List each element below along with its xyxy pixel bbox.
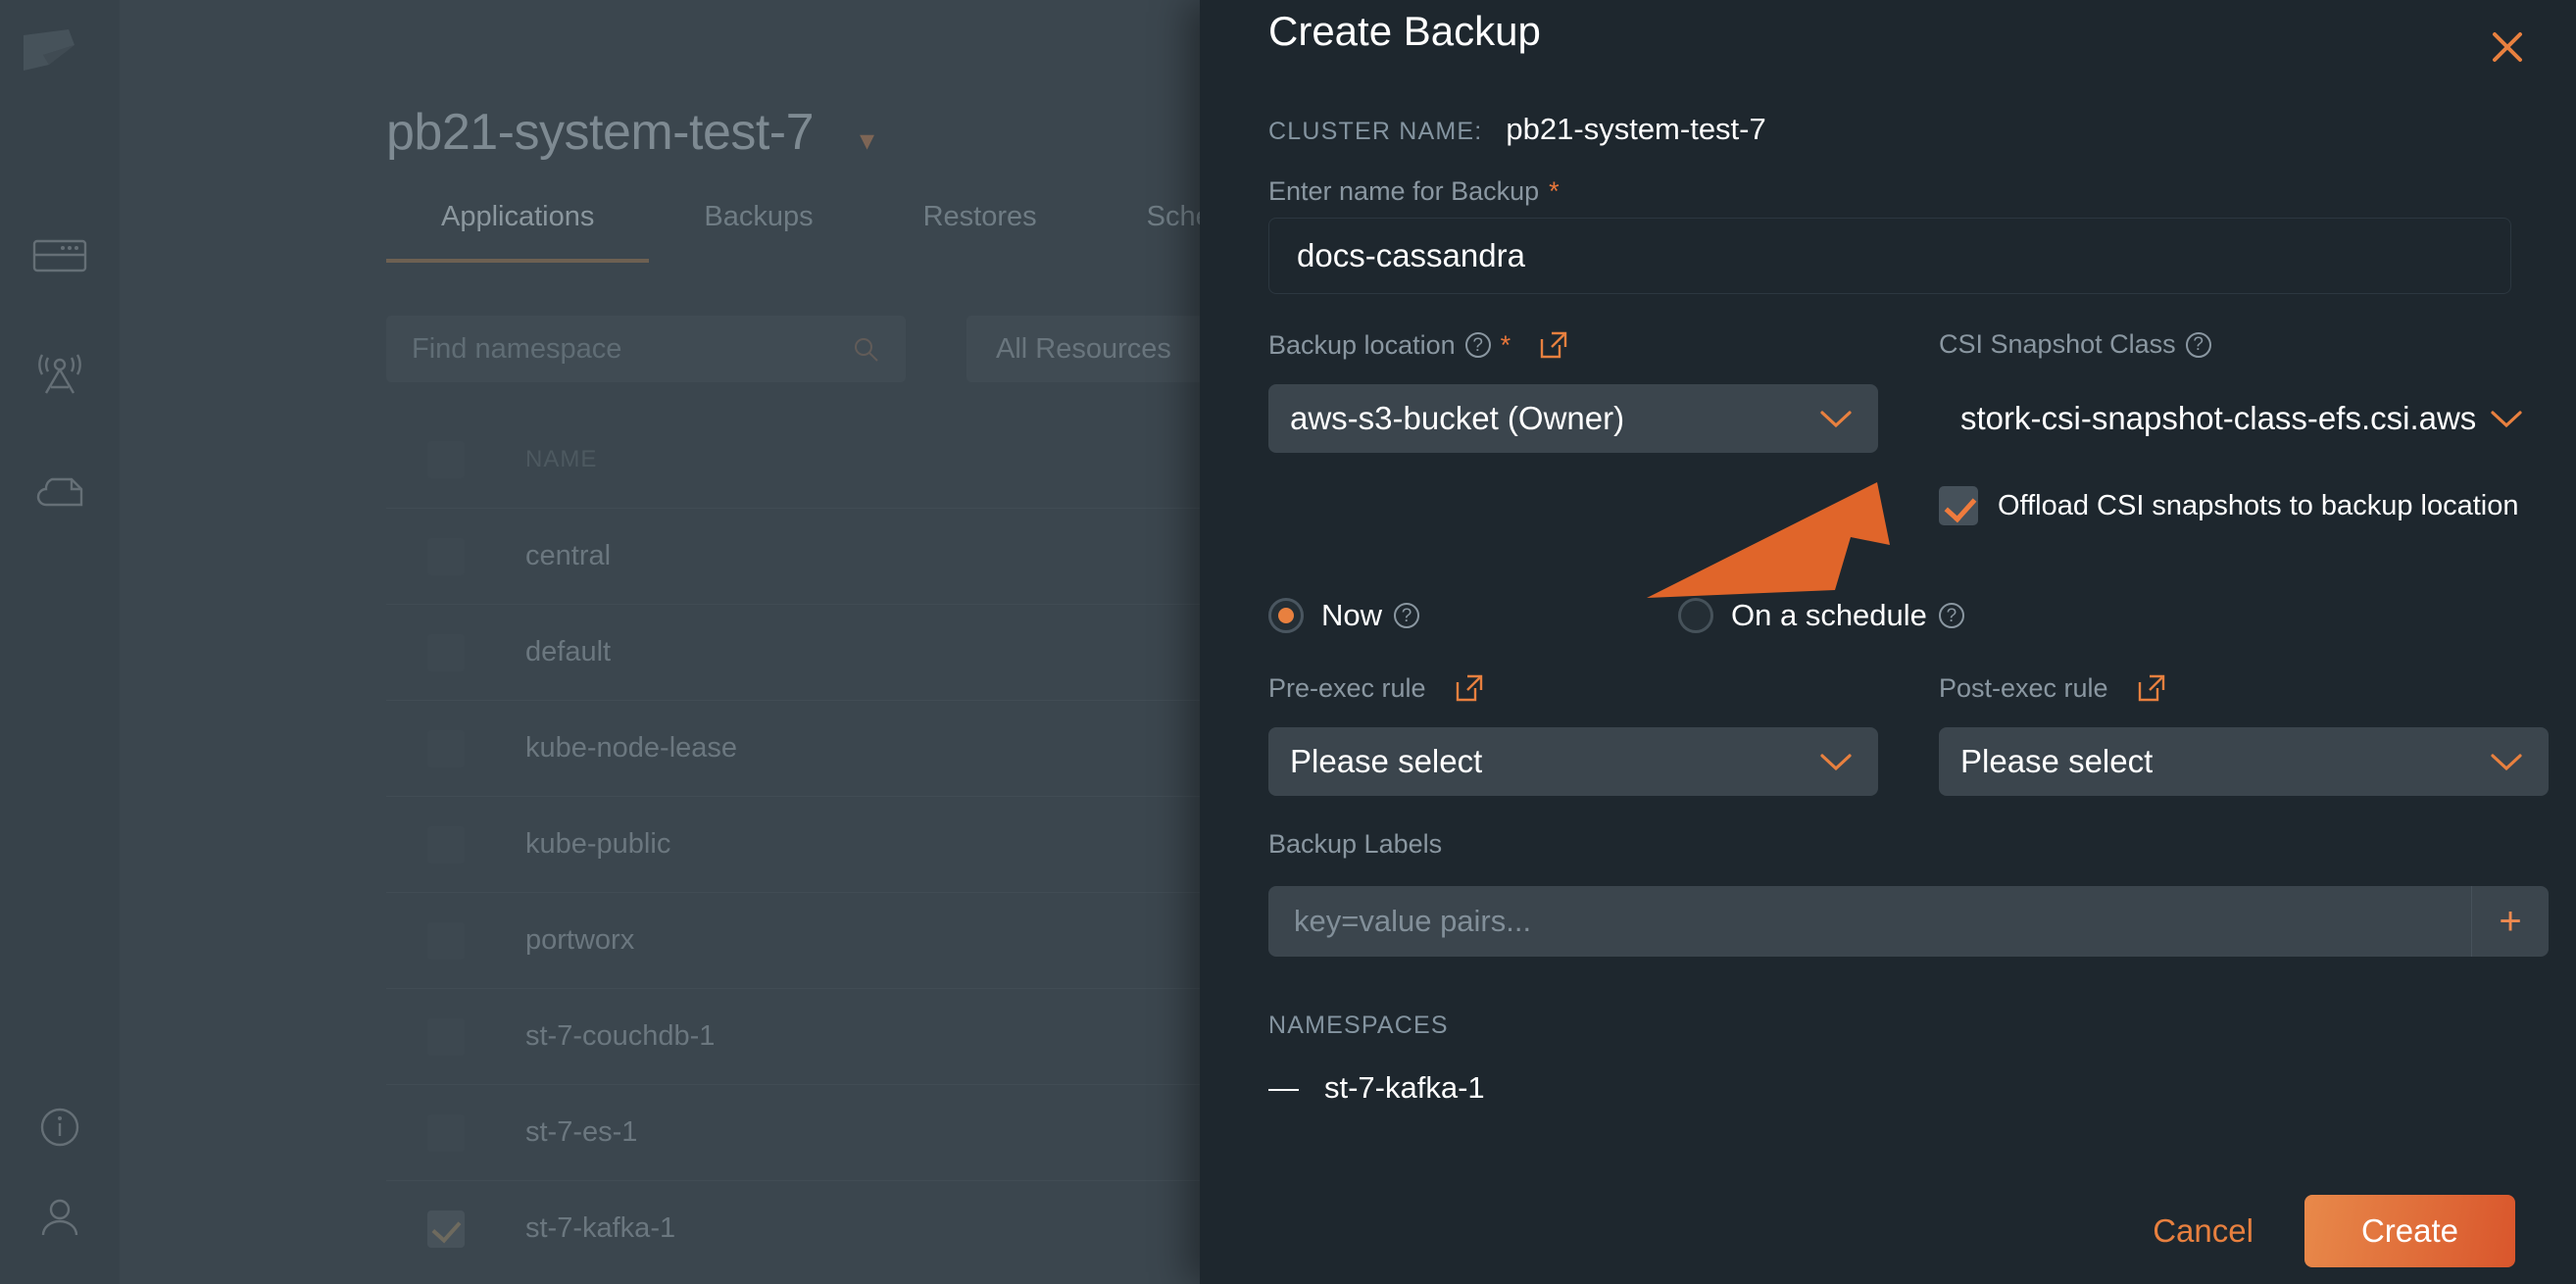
row-checkbox[interactable] [427,922,465,960]
post-exec-rule-dropdown[interactable]: Please select [1939,727,2549,796]
server-icon[interactable] [0,227,120,286]
namespace-search-input[interactable]: Find namespace [386,316,906,382]
backup-location-label-text: Backup location [1268,330,1456,361]
backup-labels-field[interactable]: + [1268,886,2549,957]
csi-snapshot-class-label-text: CSI Snapshot Class [1939,329,2176,360]
chevron-down-icon[interactable] [1819,752,1853,771]
backup-location-dropdown[interactable]: aws-s3-bucket (Owner) [1268,384,1878,453]
search-icon[interactable] [853,336,878,362]
radio-on-a-schedule[interactable] [1678,598,1713,633]
post-exec-rule-value: Please select [1960,743,2153,780]
background-cluster-title: pb21-system-test-7 [386,103,814,162]
create-button[interactable]: Create [2304,1195,2515,1267]
antenna-icon[interactable] [0,345,120,404]
offload-csi-snapshots-label: Offload CSI snapshots to backup location [1998,490,2518,522]
csi-snapshot-class-field[interactable] [1939,384,2549,453]
user-icon[interactable] [0,1188,120,1247]
external-link-icon[interactable] [2136,672,2167,704]
offload-csi-snapshots-checkbox-row[interactable]: Offload CSI snapshots to backup location [1939,486,2518,525]
csi-snapshot-class-input[interactable] [1939,384,2549,453]
row-name: st-7-es-1 [525,1116,637,1149]
resource-filter-value: All Resources [966,333,1171,366]
backup-labels-input[interactable] [1268,904,2471,939]
radio-now[interactable] [1268,598,1304,633]
app-root: pb21-system-test-7 ▾ Applications Backup… [0,0,2576,1284]
row-checkbox[interactable] [427,826,465,864]
pre-exec-rule-label-text: Pre-exec rule [1268,673,1426,704]
backup-labels-label: Backup Labels [1268,829,1442,860]
schedule-option-on-a-schedule[interactable]: On a schedule ? [1678,598,1964,633]
backup-name-label: Enter name for Backup * [1268,176,1560,207]
help-icon[interactable]: ? [1465,332,1491,358]
page-title: Create Backup [1268,8,1541,55]
chevron-down-icon[interactable] [1819,409,1853,428]
remove-namespace-icon[interactable]: — [1268,1070,1299,1106]
cluster-name-label: CLUSTER NAME: [1268,118,1482,146]
tab-backups[interactable]: Backups [649,201,867,263]
backup-location-label: Backup location ? * [1268,329,1878,361]
tab-restores[interactable]: Restores [868,201,1092,263]
tab-applications[interactable]: Applications [386,201,649,263]
pre-exec-rule-dropdown[interactable]: Please select [1268,727,1878,796]
pre-exec-rule-label: Pre-exec rule [1268,672,1878,704]
csi-snapshot-class-label: CSI Snapshot Class ? [1939,329,2549,360]
radio-now-label-wrap: Now ? [1321,598,1419,633]
modal-footer: Cancel Create [1200,1178,2576,1284]
plus-icon[interactable]: + [2472,900,2549,944]
row-name: portworx [525,924,634,957]
background-tabs: Applications Backups Restores Schedules [386,201,1334,263]
namespace-search-placeholder: Find namespace [386,333,621,366]
left-nav-rail [0,0,120,1284]
row-checkbox[interactable] [427,538,465,575]
row-checkbox[interactable] [427,634,465,671]
row-name: kube-node-lease [525,732,737,765]
cloud-file-icon[interactable] [0,461,120,519]
namespace-name: st-7-kafka-1 [1324,1070,1485,1106]
pre-exec-rule-value: Please select [1290,743,1482,780]
column-header-name: NAME [525,446,597,473]
backup-location-value: aws-s3-bucket (Owner) [1290,400,1624,437]
cluster-name-value: pb21-system-test-7 [1506,112,1765,147]
required-marker: * [1549,176,1560,207]
row-checkbox[interactable] [427,1114,465,1152]
external-link-icon[interactable] [1454,672,1485,704]
row-name: kube-public [525,828,670,861]
cluster-chevron-down-icon[interactable]: ▾ [860,123,874,158]
external-link-icon[interactable] [1538,329,1569,361]
chevron-down-icon[interactable] [2490,752,2523,771]
row-checkbox[interactable] [427,1018,465,1056]
backup-name-label-text: Enter name for Backup [1268,176,1539,207]
help-icon[interactable]: ? [2186,332,2211,358]
create-backup-modal: Create Backup CLUSTER NAME: pb21-system-… [1200,0,2576,1284]
help-icon[interactable]: ? [1939,603,1964,628]
close-icon[interactable] [2482,22,2533,73]
schedule-option-now[interactable]: Now ? [1268,598,1419,633]
row-name: st-7-couchdb-1 [525,1020,715,1053]
info-icon[interactable] [0,1098,120,1157]
offload-csi-snapshots-checkbox[interactable] [1939,486,1978,525]
row-checkbox[interactable] [427,1210,465,1248]
row-checkbox[interactable] [427,730,465,767]
namespaces-section-title: NAMESPACES [1268,1012,1449,1040]
radio-schedule-label-wrap: On a schedule ? [1731,598,1964,633]
cancel-button[interactable]: Cancel [2153,1212,2254,1250]
modal-body: CLUSTER NAME: pb21-system-test-7 Enter n… [1200,102,2576,1180]
row-name: default [525,636,611,668]
required-marker: * [1501,330,1511,361]
help-icon[interactable]: ? [1394,603,1419,628]
backup-labels-label-text: Backup Labels [1268,829,1442,860]
row-name: st-7-kafka-1 [525,1212,675,1245]
post-exec-rule-label: Post-exec rule [1939,672,2549,704]
post-exec-rule-label-text: Post-exec rule [1939,673,2108,704]
portworx-logo-icon [14,22,84,92]
backup-name-input[interactable] [1268,218,2511,294]
row-name: central [525,540,611,572]
radio-schedule-label: On a schedule [1731,598,1927,633]
radio-now-label: Now [1321,598,1382,633]
select-all-checkbox[interactable] [427,441,465,478]
cluster-name-row: CLUSTER NAME: pb21-system-test-7 [1268,112,1766,147]
namespace-list-item: — st-7-kafka-1 [1268,1070,1485,1106]
